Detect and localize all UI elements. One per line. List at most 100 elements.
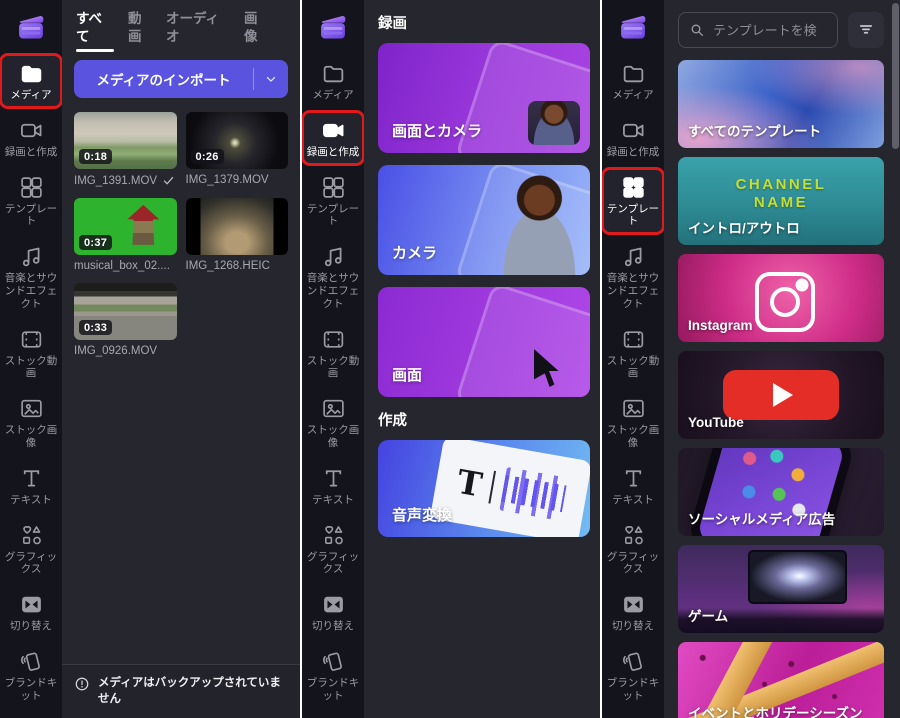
clipchamp-logo[interactable] [316, 10, 350, 44]
template-search-box[interactable] [678, 12, 838, 48]
media-filename: IMG_1268.HEIC [186, 260, 270, 272]
record-card-screen[interactable]: 画面 [378, 287, 590, 397]
transition-icon [621, 592, 646, 617]
scrollbar-thumb[interactable] [892, 3, 899, 149]
record-card-voice-conversion[interactable]: T 音声変換 [378, 440, 590, 537]
import-media-button[interactable]: メディアのインポート [74, 60, 288, 98]
sidebar-item-graphics[interactable]: グラフィックス [304, 518, 362, 581]
media-filename: IMG_0926.MOV [74, 345, 157, 357]
sidebar-item-brand-kit[interactable]: ブランドキット [604, 644, 662, 707]
sidebar-item-text[interactable]: テキスト [604, 461, 662, 511]
search-icon [689, 22, 705, 38]
card-artwork [534, 349, 564, 387]
film-icon [321, 327, 346, 352]
template-card-all-templates[interactable]: すべてのテンプレート [678, 60, 884, 148]
sidebar-item-record-create[interactable]: 録画と作成 [2, 113, 60, 163]
tab-image[interactable]: 画像 [244, 10, 260, 52]
template-card-gaming[interactable]: ゲーム [678, 545, 884, 633]
template-card-events-holidays[interactable]: イベントとホリデーシーズン [678, 642, 884, 718]
filter-button[interactable] [848, 12, 884, 48]
media-item[interactable]: IMG_1268.HEIC [186, 198, 289, 272]
shapes-icon [19, 523, 44, 548]
sidebar-item-record-create[interactable]: 録画と作成 [604, 113, 662, 163]
card-artwork [528, 101, 580, 145]
template-search-input[interactable] [713, 23, 827, 38]
sidebar-item-media[interactable]: メディア [2, 56, 60, 106]
media-grid: 0:18 IMG_1391.MOV 0:26 IMG_1379.MOV 0:37… [74, 112, 288, 357]
sidebar-item-label: メディア [312, 89, 353, 102]
sidebar-item-label: ブランドキット [305, 677, 361, 703]
sidebar-item-label: 音楽とサウンドエフェクト [305, 272, 361, 310]
template-card-instagram[interactable]: Instagram [678, 254, 884, 342]
media-item[interactable]: 0:18 IMG_1391.MOV [74, 112, 177, 187]
sidebar-item-media[interactable]: メディア [304, 56, 362, 106]
template-cards: すべてのテンプレート イントロ/アウトロ CHANNEL NAME Instag… [678, 60, 884, 718]
backup-status-text: メディアはバックアップされていません [98, 675, 290, 707]
tab-video[interactable]: 動画 [128, 10, 144, 52]
tab-all[interactable]: すべて [76, 10, 106, 52]
text-icon [621, 466, 646, 491]
music-note-icon [621, 244, 646, 269]
sidebar-item-stock-image[interactable]: ストック画像 [604, 391, 662, 454]
duration-badge: 0:18 [79, 149, 112, 164]
clipchamp-logo[interactable] [14, 10, 48, 44]
sidebar-item-music-sfx[interactable]: 音楽とサウンドエフェクト [604, 239, 662, 314]
record-section: 録画 画面とカメラ カメラ 画面 [378, 12, 590, 397]
backup-status-bar[interactable]: メディアはバックアップされていません [62, 664, 300, 718]
panel-media: メディア 録画と作成 テンプレート 音楽とサウンドエフェクト ストック動画 スト… [0, 0, 300, 718]
sidebar-item-media[interactable]: メディア [604, 56, 662, 106]
sidebar-item-transitions[interactable]: 切り替え [304, 587, 362, 637]
tab-label: オーディオ [166, 11, 219, 44]
image-icon [621, 396, 646, 421]
card-label: 画面 [392, 364, 422, 385]
sidebar-item-brand-kit[interactable]: ブランドキット [2, 644, 60, 707]
sidebar-item-templates[interactable]: テンプレート [2, 170, 60, 233]
template-card-social-ads[interactable]: ソーシャルメディア広告 [678, 448, 884, 536]
tab-audio[interactable]: オーディオ [166, 10, 222, 52]
sidebar-item-transitions[interactable]: 切り替え [2, 587, 60, 637]
media-item[interactable]: 0:26 IMG_1379.MOV [186, 112, 289, 187]
template-icon [19, 175, 44, 200]
sidebar-item-templates[interactable]: テンプレート [304, 170, 362, 233]
media-panel-content: すべて 動画 オーディオ 画像 メディアのインポート 0:18 IMG_1391… [62, 0, 300, 718]
sidebar-item-stock-image[interactable]: ストック画像 [304, 391, 362, 454]
sidebar-item-stock-image[interactable]: ストック画像 [2, 391, 60, 454]
sidebar-item-templates[interactable]: テンプレート [604, 170, 662, 233]
media-item[interactable]: 0:37 musical_box_02.... [74, 198, 177, 272]
card-label: ゲーム [688, 609, 874, 626]
transition-icon [19, 592, 44, 617]
sidebar-item-label: ストック画像 [305, 424, 361, 450]
media-item[interactable]: 0:33 IMG_0926.MOV [74, 283, 177, 357]
sidebar-item-record-create[interactable]: 録画と作成 [304, 113, 362, 163]
sidebar-item-transitions[interactable]: 切り替え [604, 587, 662, 637]
sidebar: メディア 録画と作成 テンプレート 音楽とサウンドエフェクト ストック動画 スト… [602, 0, 664, 718]
templates-panel-content: すべてのテンプレート イントロ/アウトロ CHANNEL NAME Instag… [664, 0, 900, 718]
sidebar-item-label: 音楽とサウンドエフェクト [3, 272, 59, 310]
card-artwork [480, 165, 590, 275]
clipchamp-logo[interactable] [616, 10, 650, 44]
sidebar-nav: メディア 録画と作成 テンプレート 音楽とサウンドエフェクト ストック動画 スト… [302, 56, 364, 707]
video-camera-icon [621, 118, 646, 143]
sidebar-item-label: テキスト [312, 494, 354, 507]
sidebar-item-label: テンプレート [605, 203, 661, 229]
sidebar-item-stock-video[interactable]: ストック動画 [2, 322, 60, 385]
sidebar-nav: メディア 録画と作成 テンプレート 音楽とサウンドエフェクト ストック動画 スト… [0, 56, 62, 707]
folder-icon [621, 61, 646, 86]
sidebar-item-text[interactable]: テキスト [304, 461, 362, 511]
record-card-camera[interactable]: カメラ [378, 165, 590, 275]
sidebar-item-graphics[interactable]: グラフィックス [604, 518, 662, 581]
sidebar-item-stock-video[interactable]: ストック動画 [304, 322, 362, 385]
sidebar-item-graphics[interactable]: グラフィックス [2, 518, 60, 581]
sidebar-item-music-sfx[interactable]: 音楽とサウンドエフェクト [2, 239, 60, 314]
sidebar-item-music-sfx[interactable]: 音楽とサウンドエフェクト [304, 239, 362, 314]
sidebar-item-stock-video[interactable]: ストック動画 [604, 322, 662, 385]
template-card-intro-outro[interactable]: イントロ/アウトロ CHANNEL NAME [678, 157, 884, 245]
record-card-screen-camera[interactable]: 画面とカメラ [378, 43, 590, 153]
chevron-down-icon[interactable] [254, 72, 288, 86]
sidebar-item-brand-kit[interactable]: ブランドキット [304, 644, 362, 707]
sidebar-item-text[interactable]: テキスト [2, 461, 60, 511]
record-section: 作成 T 音声変換 [378, 409, 590, 537]
card-label: イントロ/アウトロ [688, 221, 874, 238]
waveform-icon [500, 467, 569, 521]
template-card-youtube[interactable]: YouTube [678, 351, 884, 439]
